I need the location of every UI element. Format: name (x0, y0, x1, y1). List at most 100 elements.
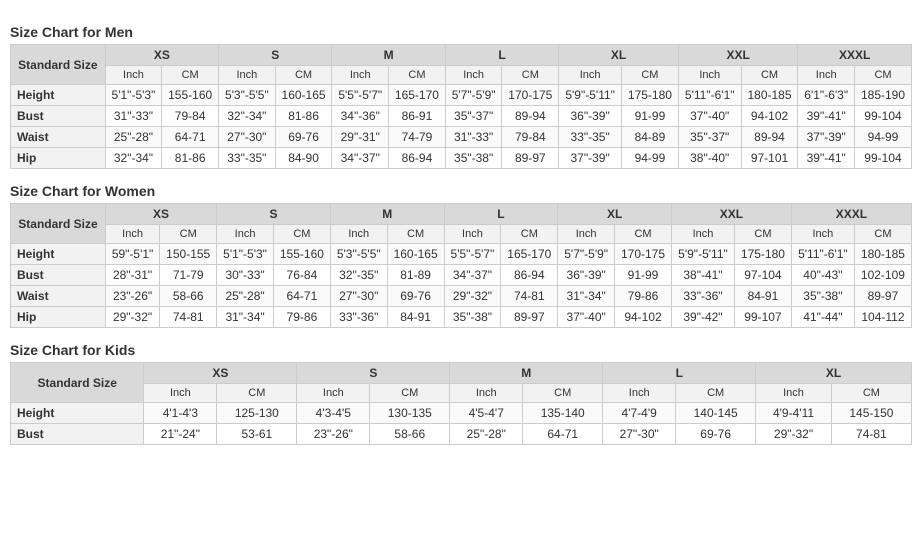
cell-value: 33"-36" (672, 286, 735, 307)
row-label: Hip (11, 307, 106, 328)
women-std-size-header: Standard Size (11, 204, 106, 244)
men-xs-header: XS (105, 45, 218, 66)
cell-value: 155-160 (273, 244, 330, 265)
cell-value: 150-155 (160, 244, 217, 265)
cell-value: 102-109 (854, 265, 911, 286)
cell-value: 4'7-4'9 (603, 403, 676, 424)
table-row: Waist25"-28"64-7127"-30"69-7629"-31"74-7… (11, 127, 912, 148)
men-m-header: M (332, 45, 445, 66)
women-body: Height59"-5'1"150-1555'1"-5'3"155-1605'3… (11, 244, 912, 328)
table-row: Height5'1"-5'3"155-1605'3"-5'5"160-1655'… (11, 85, 912, 106)
cell-value: 5'1"-5'3" (105, 85, 162, 106)
cell-value: 89-97 (854, 286, 911, 307)
cell-value: 23"-26" (105, 286, 159, 307)
cell-value: 35"-38" (791, 286, 854, 307)
cell-value: 140-145 (676, 403, 756, 424)
men-unit-row: InchCM InchCM InchCM InchCM InchCM InchC… (11, 66, 912, 85)
men-xxxl-header: XXXL (798, 45, 912, 66)
cell-value: 25"-28" (450, 424, 523, 445)
cell-value: 64-71 (162, 127, 219, 148)
cell-value: 25"-28" (217, 286, 274, 307)
men-header-row: Standard Size XS S M L XL XXL XXXL (11, 45, 912, 66)
cell-value: 79-86 (273, 307, 330, 328)
cell-value: 160-165 (387, 244, 444, 265)
cell-value: 34"-37" (444, 265, 501, 286)
men-l-header: L (445, 45, 558, 66)
cell-value: 6'1"-6'3" (798, 85, 855, 106)
cell-value: 37"-40" (558, 307, 615, 328)
cell-value: 23"-26" (297, 424, 370, 445)
cell-value: 74-79 (389, 127, 446, 148)
row-label: Bust (11, 265, 106, 286)
cell-value: 37"-40" (678, 106, 741, 127)
cell-value: 29"-32" (756, 424, 832, 445)
cell-value: 89-94 (502, 106, 559, 127)
cell-value: 170-175 (502, 85, 559, 106)
table-row: Waist23"-26"58-6625"-28"64-7127"-30"69-7… (11, 286, 912, 307)
cell-value: 94-99 (622, 148, 679, 169)
women-xxxl-header: XXXL (791, 204, 911, 225)
cell-value: 32"-34" (105, 148, 162, 169)
cell-value: 4'1-4'3 (144, 403, 217, 424)
women-xxl-header: XXL (672, 204, 792, 225)
women-header-row: Standard Size XS S M L XL XXL XXXL (11, 204, 912, 225)
cell-value: 84-91 (387, 307, 444, 328)
cell-value: 79-84 (162, 106, 219, 127)
cell-value: 135-140 (523, 403, 603, 424)
cell-value: 97-104 (734, 265, 791, 286)
cell-value: 99-107 (734, 307, 791, 328)
cell-value: 5'3"-5'5" (330, 244, 387, 265)
women-table: Standard Size XS S M L XL XXL XXXL InchC… (10, 203, 912, 328)
cell-value: 58-66 (160, 286, 217, 307)
cell-value: 180-185 (741, 85, 798, 106)
men-title: Size Chart for Men (10, 24, 912, 40)
cell-value: 39"-41" (798, 106, 855, 127)
cell-value: 39"-41" (798, 148, 855, 169)
table-row: Hip32"-34"81-8633"-35"84-9034"-37"86-943… (11, 148, 912, 169)
cell-value: 97-101 (741, 148, 798, 169)
row-label: Waist (11, 127, 106, 148)
cell-value: 34"-36" (332, 106, 389, 127)
cell-value: 5'7"-5'9" (558, 244, 615, 265)
cell-value: 99-104 (854, 148, 911, 169)
kids-section: Size Chart for Kids Standard Size XS S M… (10, 342, 912, 445)
cell-value: 125-130 (217, 403, 297, 424)
table-row: Bust28"-31"71-7930"-33"76-8432"-35"81-89… (11, 265, 912, 286)
cell-value: 175-180 (622, 85, 679, 106)
kids-table: Standard Size XS S M L XL InchCM InchCM … (10, 362, 912, 445)
cell-value: 89-94 (741, 127, 798, 148)
cell-value: 175-180 (734, 244, 791, 265)
cell-value: 37"-39" (798, 127, 855, 148)
kids-header-row: Standard Size XS S M L XL (11, 363, 912, 384)
cell-value: 29"-31" (332, 127, 389, 148)
cell-value: 5'11"-6'1" (678, 85, 741, 106)
cell-value: 30"-33" (217, 265, 274, 286)
kids-l-header: L (603, 363, 756, 384)
table-row: Hip29"-32"74-8131"-34"79-8633"-36"84-913… (11, 307, 912, 328)
row-label: Waist (11, 286, 106, 307)
kids-xs-header: XS (144, 363, 297, 384)
table-row: Bust21"-24"53-6123"-26"58-6625"-28"64-71… (11, 424, 912, 445)
cell-value: 69-76 (676, 424, 756, 445)
cell-value: 81-86 (275, 106, 332, 127)
cell-value: 74-81 (160, 307, 217, 328)
cell-value: 84-90 (275, 148, 332, 169)
cell-value: 25"-28" (105, 127, 162, 148)
cell-value: 28"-31" (105, 265, 159, 286)
cell-value: 4'9-4'11 (756, 403, 832, 424)
cell-value: 31"-33" (105, 106, 162, 127)
men-table: Standard Size XS S M L XL XXL XXXL InchC… (10, 44, 912, 169)
cell-value: 145-150 (831, 403, 911, 424)
cell-value: 59"-5'1" (105, 244, 159, 265)
cell-value: 94-99 (854, 127, 911, 148)
kids-body: Height4'1-4'3125-1304'3-4'5130-1354'5-4'… (11, 403, 912, 445)
cell-value: 27"-30" (603, 424, 676, 445)
cell-value: 35"-37" (678, 127, 741, 148)
cell-value: 36"-39" (559, 106, 622, 127)
cell-value: 33"-35" (559, 127, 622, 148)
row-label: Hip (11, 148, 106, 169)
cell-value: 84-91 (734, 286, 791, 307)
cell-value: 29"-32" (444, 286, 501, 307)
cell-value: 99-104 (854, 106, 911, 127)
kids-title: Size Chart for Kids (10, 342, 912, 358)
